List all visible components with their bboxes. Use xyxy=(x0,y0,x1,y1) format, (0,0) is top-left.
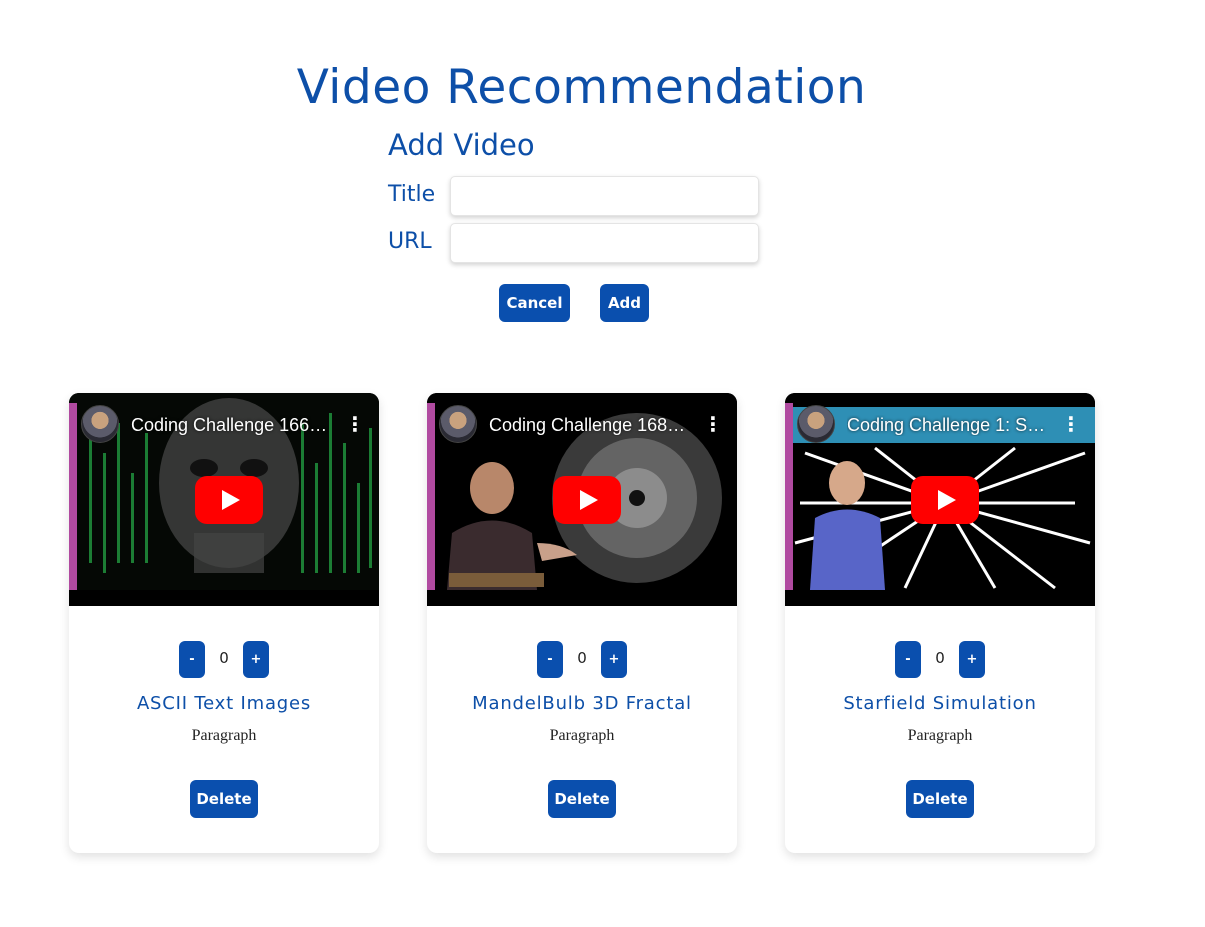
cancel-button[interactable]: Cancel xyxy=(499,284,570,322)
player-title[interactable]: Coding Challenge 166: … xyxy=(131,415,331,436)
channel-avatar[interactable] xyxy=(81,405,119,443)
video-player[interactable]: Coding Challenge 168: … ⋮ xyxy=(427,393,737,606)
video-card: Coding Challenge 166: … ⋮ - 0 + ASCII Te… xyxy=(69,393,379,853)
delete-button[interactable]: Delete xyxy=(190,780,258,818)
player-title[interactable]: Coding Challenge 168: … xyxy=(489,415,689,436)
vote-count: 0 xyxy=(219,649,229,667)
downvote-button[interactable]: - xyxy=(537,641,563,678)
player-edge xyxy=(427,403,435,590)
delete-button[interactable]: Delete xyxy=(906,780,974,818)
more-icon[interactable]: ⋮ xyxy=(703,415,723,435)
title-input[interactable] xyxy=(450,176,759,216)
title-label: Title xyxy=(388,182,436,207)
play-icon[interactable] xyxy=(195,476,263,524)
add-button[interactable]: Add xyxy=(600,284,649,322)
add-video-heading: Add Video xyxy=(388,128,535,162)
upvote-button[interactable]: + xyxy=(959,641,985,678)
more-icon[interactable]: ⋮ xyxy=(1061,415,1081,435)
player-edge xyxy=(69,403,77,590)
url-label: URL xyxy=(388,229,432,254)
url-input[interactable] xyxy=(450,223,759,263)
video-player[interactable]: Coding Challenge 1: St… ⋮ xyxy=(785,393,1095,606)
video-title: ASCII Text Images xyxy=(136,693,312,714)
channel-avatar[interactable] xyxy=(797,405,835,443)
player-edge xyxy=(785,403,793,590)
upvote-button[interactable]: + xyxy=(601,641,627,678)
play-icon[interactable] xyxy=(553,476,621,524)
delete-button[interactable]: Delete xyxy=(548,780,616,818)
video-title: MandelBulb 3D Fractal xyxy=(472,693,692,714)
video-card: Coding Challenge 1: St… ⋮ - 0 + Starfiel… xyxy=(785,393,1095,853)
channel-avatar[interactable] xyxy=(439,405,477,443)
page-title: Video Recommendation xyxy=(296,60,867,115)
video-description: Paragraph xyxy=(191,727,257,744)
player-title[interactable]: Coding Challenge 1: St… xyxy=(847,415,1047,436)
video-card: Coding Challenge 168: … ⋮ - 0 + MandelBu… xyxy=(427,393,737,853)
vote-count: 0 xyxy=(577,649,587,667)
downvote-button[interactable]: - xyxy=(895,641,921,678)
play-icon[interactable] xyxy=(911,476,979,524)
upvote-button[interactable]: + xyxy=(243,641,269,678)
video-description: Paragraph xyxy=(549,727,615,744)
downvote-button[interactable]: - xyxy=(179,641,205,678)
video-description: Paragraph xyxy=(907,727,973,744)
video-title: Starfield Simulation xyxy=(843,693,1037,714)
vote-count: 0 xyxy=(935,649,945,667)
more-icon[interactable]: ⋮ xyxy=(345,415,365,435)
video-player[interactable]: Coding Challenge 166: … ⋮ xyxy=(69,393,379,606)
